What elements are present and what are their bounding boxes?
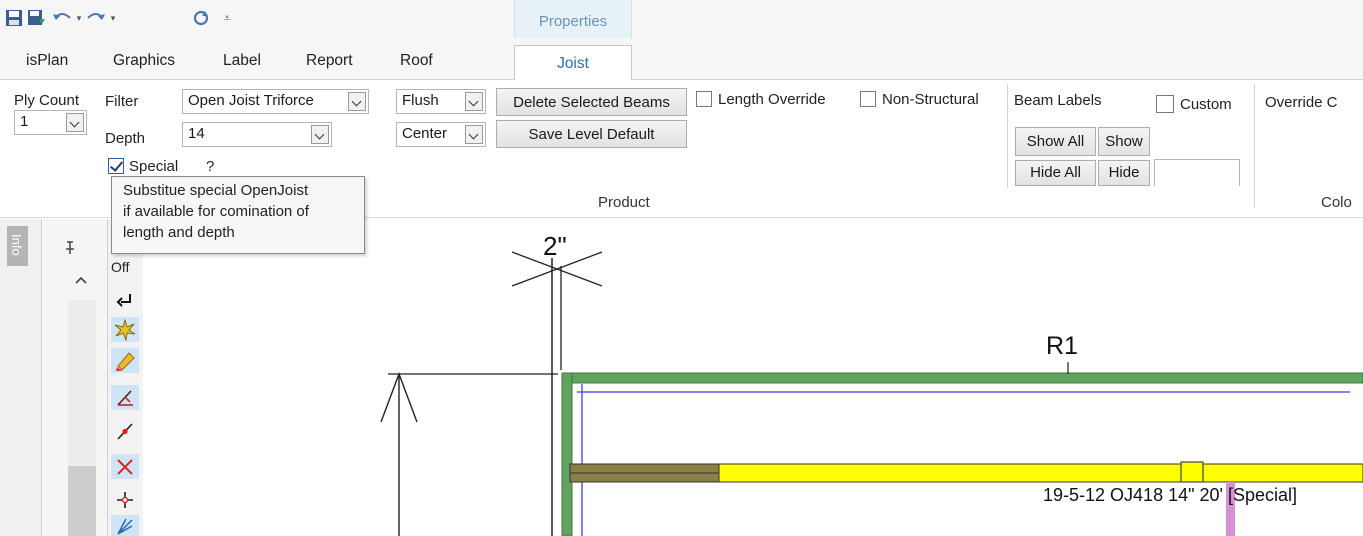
chevron-down-icon[interactable] — [465, 92, 483, 111]
chevron-down-icon[interactable] — [66, 113, 84, 132]
beam-label: 19-5-12 OJ418 14" 20' [Special] — [1043, 485, 1297, 505]
custom-label-input[interactable] — [1154, 159, 1240, 186]
center-value: Center — [402, 125, 448, 142]
center-select[interactable]: Center — [396, 122, 486, 147]
length-override-checkbox[interactable] — [696, 91, 712, 107]
filter-label: Filter — [105, 93, 139, 110]
refresh-icon[interactable] — [190, 6, 212, 30]
filter-select[interactable]: Open Joist Triforce — [182, 89, 369, 114]
contextual-tab-group-label: Properties — [514, 0, 632, 42]
angle-tool-icon[interactable] — [111, 385, 139, 410]
depth-label: Depth — [105, 130, 146, 147]
tooltip-line: if available for comination of — [123, 203, 309, 220]
fan-lines-icon[interactable] — [111, 515, 139, 536]
flush-value: Flush — [402, 92, 439, 109]
line-point-icon[interactable] — [111, 418, 139, 443]
save-level-default-button[interactable]: Save Level Default — [496, 120, 687, 148]
tooltip-line: Substitue special OpenJoist — [123, 182, 309, 199]
explode-icon[interactable] — [111, 317, 139, 342]
special-help[interactable]: ? — [206, 158, 214, 175]
drawing-canvas[interactable]: 2" R1 19-5-12 OJ418 14" 20' [Special] — [143, 219, 1363, 536]
tab-joist[interactable]: Joist — [514, 45, 632, 81]
color-group-label: Colo — [1321, 194, 1352, 211]
tab-isplan[interactable]: isPlan — [26, 52, 68, 70]
pencil-eraser-icon[interactable] — [111, 348, 139, 373]
tab-label[interactable]: Label — [223, 52, 261, 70]
tooltip-line: length and depth — [123, 224, 235, 241]
undo-icon[interactable] — [52, 6, 72, 30]
length-override-label: Length Override — [718, 91, 826, 108]
chevron-down-icon[interactable] — [348, 92, 366, 111]
redo-icon[interactable] — [86, 6, 106, 30]
show-all-button[interactable]: Show All — [1015, 127, 1096, 156]
special-checkbox[interactable] — [108, 158, 124, 174]
wall-top[interactable] — [561, 372, 1363, 384]
return-arrow-icon[interactable] — [111, 288, 139, 313]
special-tooltip: Substitue special OpenJoist if available… — [111, 176, 365, 254]
special-label: Special — [129, 158, 179, 175]
info-tab[interactable]: Info — [7, 226, 28, 266]
pin-icon[interactable] — [63, 241, 77, 255]
beam-labels-label: Beam Labels — [1014, 92, 1102, 109]
tab-report[interactable]: Report — [306, 52, 353, 70]
custom-label: Custom — [1180, 96, 1232, 113]
chevron-down-icon[interactable] — [311, 125, 329, 144]
ply-count-label: Ply Count — [14, 92, 80, 109]
info-tab-label: Info — [9, 234, 24, 256]
depth-select[interactable]: 14 — [182, 122, 332, 147]
save-as-icon[interactable] — [26, 6, 48, 30]
custom-checkbox[interactable] — [1156, 95, 1174, 113]
side-strip — [0, 219, 42, 536]
save-icon[interactable] — [4, 6, 24, 30]
hide-button[interactable]: Hide — [1098, 160, 1150, 186]
dropdown-arrow-icon[interactable]: ▾ — [74, 6, 84, 30]
show-button[interactable]: Show — [1098, 127, 1150, 156]
flush-select[interactable]: Flush — [396, 89, 486, 114]
ply-count-select[interactable]: 1 — [14, 110, 87, 135]
hide-all-button[interactable]: Hide All — [1015, 160, 1096, 186]
crosshair-icon[interactable] — [111, 487, 139, 512]
chevron-down-icon[interactable] — [465, 125, 483, 144]
quick-access-toolbar: ▾ ▾ ⩡ — [0, 0, 1363, 38]
filter-value: Open Joist Triforce — [188, 92, 314, 109]
override-color-label: Override C — [1265, 94, 1338, 111]
customize-toolbar-icon[interactable]: ⩡ — [220, 6, 234, 30]
dropdown-arrow-icon[interactable]: ▾ — [108, 6, 118, 30]
tab-roof[interactable]: Roof — [400, 52, 433, 70]
ply-count-value: 1 — [20, 113, 29, 130]
non-structural-label: Non-Structural — [882, 91, 979, 108]
chevron-up-icon[interactable] — [75, 275, 87, 285]
group-divider — [1007, 84, 1008, 188]
wall-left[interactable] — [561, 372, 573, 536]
ribbon-tabs: isPlan Graphics Label Report Roof Joist — [0, 38, 1363, 81]
dimension-label: 2" — [543, 231, 567, 261]
room-label: R1 — [1046, 332, 1078, 360]
product-group-label: Product — [598, 194, 650, 211]
tool-off[interactable]: Off — [111, 259, 129, 275]
tab-graphics[interactable]: Graphics — [113, 52, 175, 70]
non-structural-checkbox[interactable] — [860, 91, 876, 107]
scrollbar-thumb[interactable] — [68, 466, 96, 536]
delete-x-icon[interactable] — [111, 454, 139, 479]
beam-grip[interactable] — [1180, 461, 1204, 483]
beam-yellow[interactable] — [718, 463, 1363, 483]
group-divider — [1254, 84, 1255, 208]
delete-selected-beams-button[interactable]: Delete Selected Beams — [496, 88, 687, 116]
depth-value: 14 — [188, 125, 205, 142]
